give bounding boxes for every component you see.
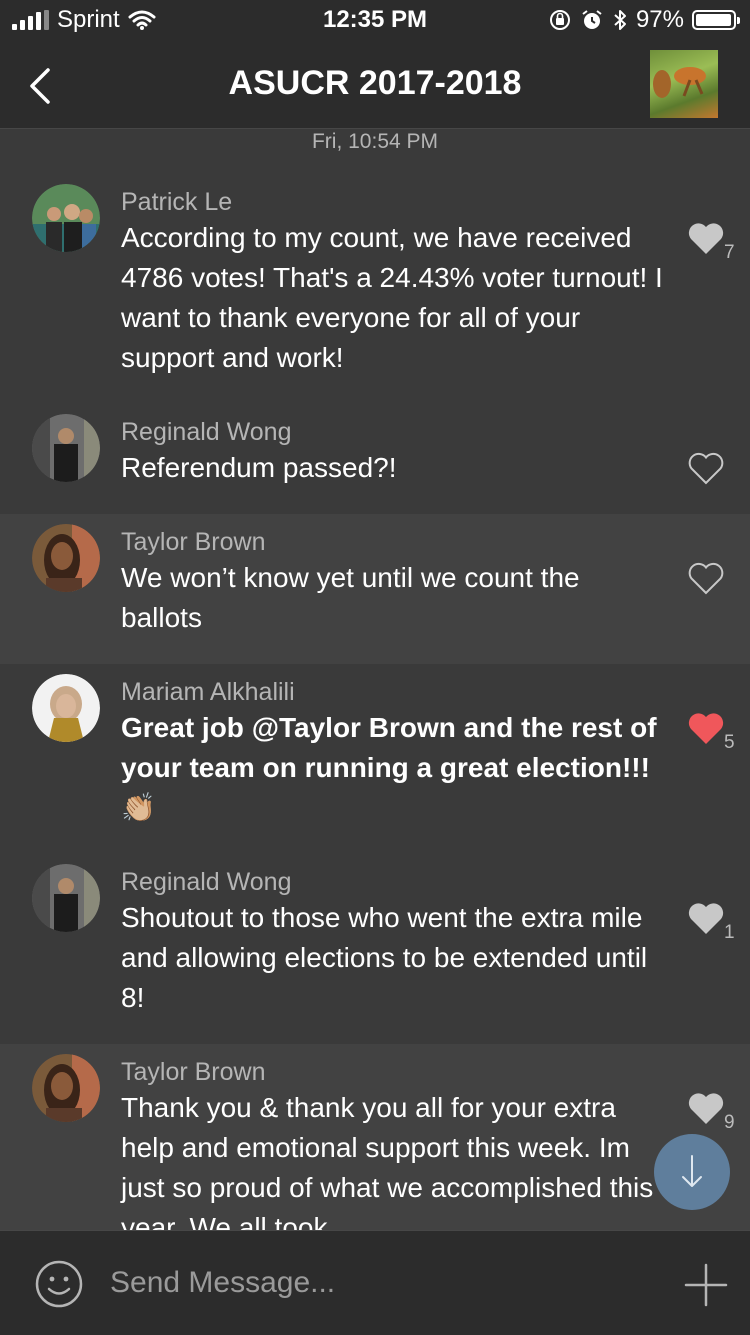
sender-name: Patrick Le xyxy=(121,188,233,216)
like-count: 7 xyxy=(724,242,735,263)
avatar[interactable] xyxy=(32,414,100,482)
status-bar: Sprint 12:35 PM 97% xyxy=(0,0,750,40)
like-count: 5 xyxy=(724,732,735,753)
battery-icon xyxy=(692,10,740,30)
sender-name: Mariam Alkhalili xyxy=(121,678,295,706)
message-item[interactable]: Mariam Alkhalili Great job @Taylor Brown… xyxy=(0,664,750,854)
heart-outline-icon[interactable] xyxy=(686,560,726,596)
emoji-icon[interactable] xyxy=(34,1259,84,1309)
message-text: Great job @Taylor Brown and the rest of … xyxy=(121,712,657,823)
heart-filled-icon[interactable] xyxy=(686,710,726,746)
message-input[interactable] xyxy=(110,1257,650,1309)
scroll-to-bottom-button[interactable] xyxy=(654,1134,730,1210)
message-item[interactable]: Patrick Le According to my count, we hav… xyxy=(0,168,750,408)
group-avatar[interactable] xyxy=(650,50,718,118)
message-text: Referendum passed?! xyxy=(121,452,397,483)
message-item[interactable]: Taylor Brown Thank you & thank you all f… xyxy=(0,1044,750,1230)
message-item[interactable]: Reginald Wong Referendum passed?! xyxy=(0,408,750,514)
date-separator: Fri, 10:54 PM xyxy=(311,130,439,153)
battery-percent: 97% xyxy=(635,6,684,33)
nav-bar: ASUCR 2017-2018 xyxy=(0,40,750,129)
bluetooth-icon xyxy=(614,10,626,30)
avatar[interactable] xyxy=(32,524,100,592)
sender-name: Reginald Wong xyxy=(121,418,292,446)
heart-icon[interactable] xyxy=(686,220,726,256)
like-count: 9 xyxy=(724,1112,735,1133)
avatar[interactable] xyxy=(32,674,100,742)
orientation-lock-icon xyxy=(549,10,570,30)
battery-fill xyxy=(696,14,731,26)
status-right: 97% xyxy=(548,6,740,34)
plus-icon[interactable] xyxy=(684,1263,728,1307)
message-item[interactable]: Taylor Brown We won’t know yet until we … xyxy=(0,514,750,664)
message-text: We won’t know yet until we count the bal… xyxy=(121,562,580,633)
heart-icon[interactable] xyxy=(686,1090,726,1126)
message-item[interactable]: Reginald Wong Shoutout to those who went… xyxy=(0,854,750,1044)
avatar[interactable] xyxy=(32,1054,100,1122)
message-text: Shoutout to those who went the extra mil… xyxy=(121,902,648,1013)
sender-name: Reginald Wong xyxy=(121,868,292,896)
avatar[interactable] xyxy=(32,184,100,252)
heart-outline-icon[interactable] xyxy=(686,450,726,486)
sender-name: Taylor Brown xyxy=(121,1058,266,1086)
sender-name: Taylor Brown xyxy=(121,528,266,556)
chat-title: ASUCR 2017-2018 xyxy=(228,64,522,102)
message-composer xyxy=(0,1230,750,1335)
alarm-icon xyxy=(582,10,602,29)
message-text: Thank you & thank you all for your extra… xyxy=(121,1092,654,1230)
like-count: 1 xyxy=(724,922,735,943)
message-text: According to my count, we have received … xyxy=(121,222,663,373)
arrow-down-icon xyxy=(682,1155,702,1187)
heart-icon[interactable] xyxy=(686,900,726,936)
message-list[interactable]: Fri, 10:54 PM Patrick Le According to my… xyxy=(0,128,750,1230)
avatar[interactable] xyxy=(32,864,100,932)
